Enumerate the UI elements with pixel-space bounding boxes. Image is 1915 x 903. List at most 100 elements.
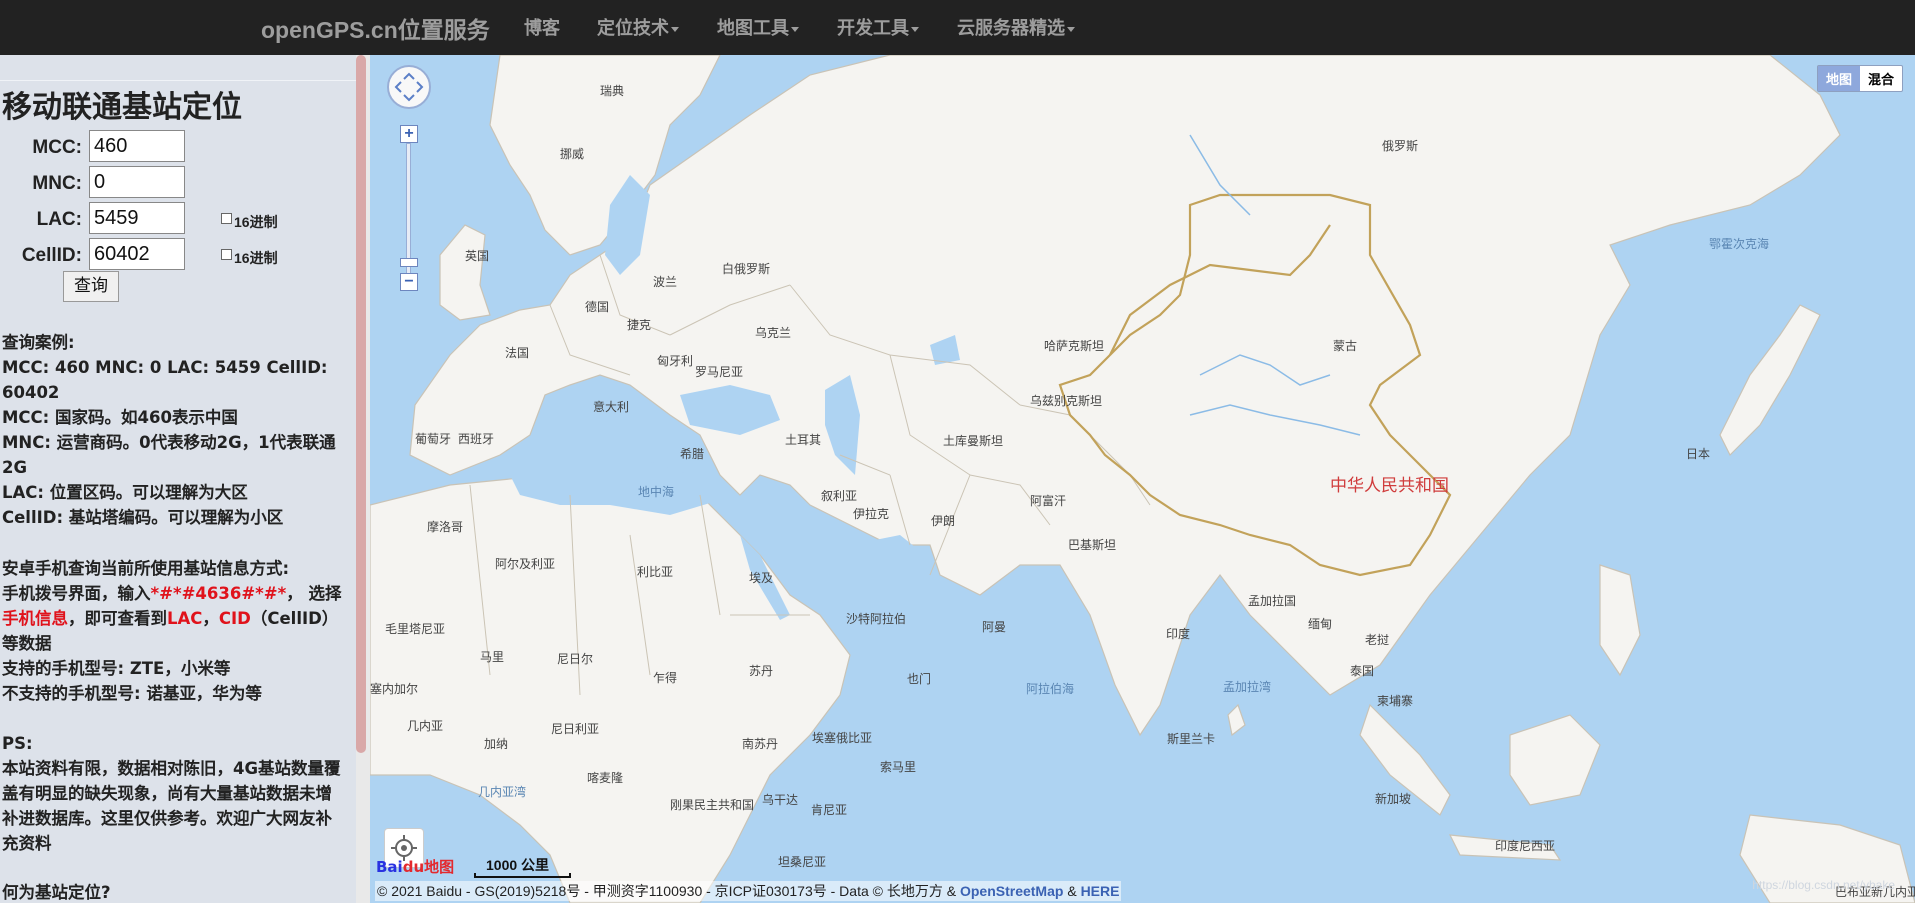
mnc-label-row: MNC: bbox=[0, 166, 82, 200]
android-phone-info: 手机信息 bbox=[2, 609, 68, 628]
cellid-input[interactable] bbox=[89, 238, 185, 270]
map-label-bangladesh: 孟加拉国 bbox=[1248, 594, 1297, 608]
map-label-afghanistan: 阿富汗 bbox=[1030, 494, 1067, 508]
map-label-sri-lanka: 斯里兰卡 bbox=[1167, 732, 1216, 746]
map-label-greece: 希腊 bbox=[680, 447, 705, 461]
caret-down-icon bbox=[791, 26, 799, 32]
map-label-arabian-sea: 阿拉伯海 bbox=[1026, 682, 1075, 696]
map-label-italy: 意大利 bbox=[593, 400, 630, 414]
nav-map-tools[interactable]: 地图工具 bbox=[717, 14, 799, 40]
pan-control[interactable] bbox=[387, 65, 431, 109]
nav-cloud-servers[interactable]: 云服务器精选 bbox=[957, 14, 1075, 40]
map-label-nigeria: 尼日利亚 bbox=[551, 722, 600, 736]
map-label-kazakhstan: 哈萨克斯坦 bbox=[1044, 339, 1105, 353]
map-label-algeria: 阿尔及利亚 bbox=[495, 557, 556, 571]
query-button[interactable]: 查询 bbox=[63, 271, 119, 302]
csdn-watermark: https://blog.csdn.net/ybake bbox=[1752, 878, 1895, 892]
mnc-input[interactable] bbox=[89, 166, 185, 198]
lac-hex-label: 16进制 bbox=[234, 214, 278, 230]
zoom-in-button[interactable]: + bbox=[400, 125, 418, 143]
map-label-drc: 刚果民主共和国 bbox=[670, 798, 755, 812]
android-title: 安卓手机查询当前所使用基站信息方式: bbox=[2, 559, 290, 578]
map-label-russia: 俄罗斯 bbox=[1382, 139, 1419, 153]
map-label-mediterranean: 地中海 bbox=[638, 485, 675, 499]
lac-input[interactable] bbox=[89, 202, 185, 234]
map-label-okhotsk-sea: 鄂霍次克海 bbox=[1709, 237, 1770, 251]
mnc-label: MNC: bbox=[32, 173, 82, 194]
map-label-libya: 利比亚 bbox=[637, 565, 674, 579]
android-text-1: 手机拨号界面，输入 bbox=[2, 584, 151, 603]
map-label-norway: 挪威 bbox=[560, 147, 585, 161]
map-label-iran: 伊朗 bbox=[931, 514, 956, 528]
left-panel: 移动联通基站定位 MCC: MNC: LAC: 16进制 CellID: 16进… bbox=[0, 55, 356, 903]
map-label-ukraine: 乌克兰 bbox=[755, 326, 792, 340]
map-label-tanzania: 坦桑尼亚 bbox=[778, 855, 827, 869]
ps-text: 本站资料有限，数据相对陈旧，4G基站数量覆盖有明显的缺失现象，尚有大量基站数据未… bbox=[2, 759, 341, 853]
map-canvas[interactable]: 瑞典 挪威 俄罗斯 鄂霍次克海 英国 波兰 白俄罗斯 德国 捷克 乌克兰 法国 … bbox=[370, 55, 1915, 903]
map-label-kenya: 肯尼亚 bbox=[811, 803, 848, 817]
map-label-yemen: 也门 bbox=[907, 672, 932, 686]
map-label-uganda: 乌干达 bbox=[762, 793, 799, 807]
caret-down-icon bbox=[911, 26, 919, 32]
map-label-mauritania: 毛里塔尼亚 bbox=[385, 622, 446, 636]
pan-arrows-icon bbox=[394, 72, 424, 102]
uk-land bbox=[439, 224, 491, 321]
openstreetmap-link[interactable]: OpenStreetMap bbox=[960, 883, 1063, 899]
map-label-uzbekistan: 乌兹别克斯坦 bbox=[1030, 394, 1103, 408]
android-section: 安卓手机查询当前所使用基站信息方式: 手机拨号界面，输入*#*#4636#*#*… bbox=[2, 556, 344, 706]
map-type-hybrid-button[interactable]: 混合 bbox=[1860, 66, 1902, 91]
map-label-poland: 波兰 bbox=[653, 275, 678, 289]
map-label-spain: 西班牙 bbox=[458, 432, 495, 446]
caret-down-icon bbox=[1067, 26, 1075, 32]
map-label-turkmenistan: 土库曼斯坦 bbox=[943, 434, 1004, 448]
zoom-out-button[interactable]: − bbox=[400, 273, 418, 291]
map-label-ethiopia: 埃塞俄比亚 bbox=[812, 731, 873, 745]
lac-hex-checkbox[interactable] bbox=[221, 213, 232, 224]
android-lac: LAC bbox=[167, 609, 203, 628]
here-link[interactable]: HERE bbox=[1081, 883, 1120, 899]
nav-dev-tools-label: 开发工具 bbox=[837, 18, 909, 38]
panel-scrollbar[interactable] bbox=[356, 55, 366, 753]
brand-logo[interactable]: openGPS.cn位置服务 bbox=[261, 11, 490, 45]
map-label-india: 印度 bbox=[1166, 627, 1191, 641]
what-title: 何为基站定位? bbox=[2, 883, 111, 902]
unsupported-phones: 不支持的手机型号: 诺基亚，华为等 bbox=[2, 684, 262, 703]
map-label-iraq: 伊拉克 bbox=[853, 507, 890, 521]
ps-title: PS: bbox=[2, 734, 33, 753]
cellid-hex-label: 16进制 bbox=[234, 250, 278, 266]
map-label-france: 法国 bbox=[505, 346, 530, 360]
borneo-land bbox=[1509, 714, 1601, 806]
example-line: MCC: 460 MNC: 0 LAC: 5459 CellID: 60402 bbox=[2, 358, 328, 402]
caret-down-icon bbox=[671, 26, 679, 32]
baidu-logo-map: 地图 bbox=[424, 858, 455, 876]
map-label-indonesia: 印度尼西亚 bbox=[1495, 839, 1556, 853]
map-label-sweden: 瑞典 bbox=[600, 84, 625, 98]
map-label-niger: 尼日尔 bbox=[557, 652, 594, 666]
zoom-slider-track[interactable] bbox=[406, 143, 411, 289]
cellid-label: CellID: bbox=[21, 245, 82, 266]
android-text-3: ，即可查看到 bbox=[68, 609, 167, 628]
map-label-myanmar: 缅甸 bbox=[1308, 617, 1333, 631]
scale-label: 1000 公里 bbox=[486, 857, 550, 873]
map-label-japan: 日本 bbox=[1686, 447, 1711, 461]
nav-location-tech[interactable]: 定位技术 bbox=[597, 14, 679, 40]
copyright-text: © 2021 Baidu - GS(2019)5218号 - 甲测资字11009… bbox=[377, 883, 960, 899]
mcc-input[interactable] bbox=[89, 130, 185, 162]
scale-bar bbox=[474, 873, 571, 878]
sri-lanka-land bbox=[1227, 703, 1246, 737]
nav-blog[interactable]: 博客 bbox=[524, 14, 560, 40]
map-label-belarus: 白俄罗斯 bbox=[722, 262, 771, 276]
page-title: 移动联通基站定位 bbox=[2, 90, 242, 125]
zoom-slider-thumb[interactable] bbox=[400, 258, 418, 267]
africa-land bbox=[370, 474, 851, 903]
map-label-somalia: 索马里 bbox=[880, 760, 917, 774]
map-label-china: 中华人民共和国 bbox=[1330, 476, 1449, 496]
map-type-map-button[interactable]: 地图 bbox=[1817, 66, 1860, 91]
nav-dev-tools[interactable]: 开发工具 bbox=[837, 14, 919, 40]
cellid-hex-checkbox[interactable] bbox=[221, 249, 232, 260]
map-label-turkey: 土耳其 bbox=[785, 433, 822, 447]
android-text-2: ， 选择 bbox=[286, 584, 342, 603]
android-instructions: 手机拨号界面，输入*#*#4636#*#*， 选择手机信息，即可查看到LAC，C… bbox=[2, 581, 344, 656]
mcc-label-row: MCC: bbox=[0, 130, 82, 164]
map-label-uk: 英国 bbox=[465, 249, 490, 263]
